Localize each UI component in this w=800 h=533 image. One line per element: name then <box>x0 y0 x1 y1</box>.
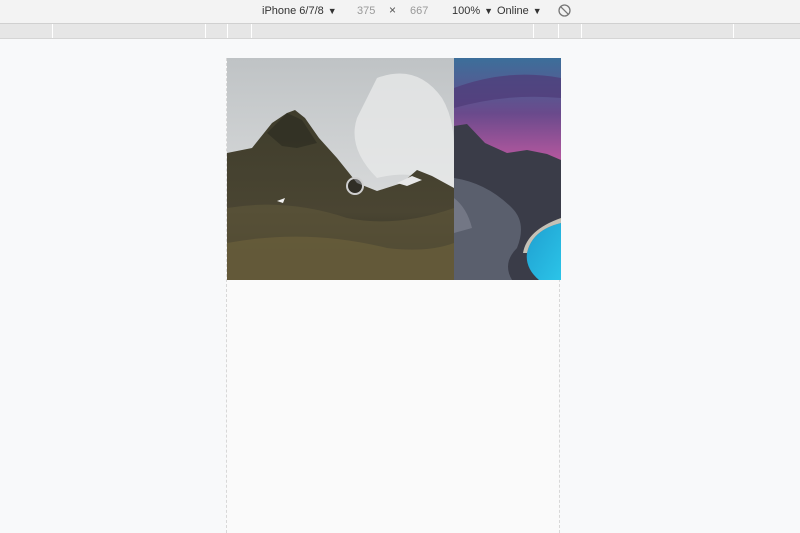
network-chevron-down-icon: ▼ <box>532 6 542 16</box>
network-value: Online <box>497 5 529 17</box>
media-query-segment[interactable] <box>534 24 559 38</box>
media-query-segment[interactable] <box>53 24 206 38</box>
device-select[interactable]: iPhone 6/7/8 ▼ <box>262 4 337 18</box>
width-input[interactable]: 375 <box>357 4 375 18</box>
media-query-bar <box>0 24 800 39</box>
rotate-icon[interactable] <box>557 3 572 18</box>
network-throttle-select[interactable]: Online ▼ <box>497 4 542 18</box>
device-viewport <box>226 58 561 533</box>
zoom-value: 100% <box>452 5 481 17</box>
media-query-segment[interactable] <box>228 24 252 38</box>
slide-mountain-image <box>227 58 454 280</box>
media-query-segment[interactable] <box>559 24 582 38</box>
media-query-segment[interactable] <box>0 24 53 38</box>
zoom-select[interactable]: 100% ▼ <box>452 4 493 18</box>
image-slider[interactable] <box>227 58 561 280</box>
zoom-chevron-down-icon: ▼ <box>484 6 494 16</box>
media-query-segment[interactable] <box>252 24 534 38</box>
slide-coast-image <box>454 58 561 280</box>
device-name: iPhone 6/7/8 <box>262 5 324 17</box>
media-query-segment[interactable] <box>734 24 800 38</box>
dimension-separator: × <box>389 3 397 17</box>
media-query-segment[interactable] <box>206 24 228 38</box>
media-query-segment[interactable] <box>582 24 734 38</box>
device-chevron-down-icon: ▼ <box>327 6 337 16</box>
height-input[interactable]: 667 <box>410 4 428 18</box>
slider-images <box>227 58 561 280</box>
device-toolbar: iPhone 6/7/8 ▼ 375 × 667 100% ▼ Online ▼ <box>0 0 800 24</box>
